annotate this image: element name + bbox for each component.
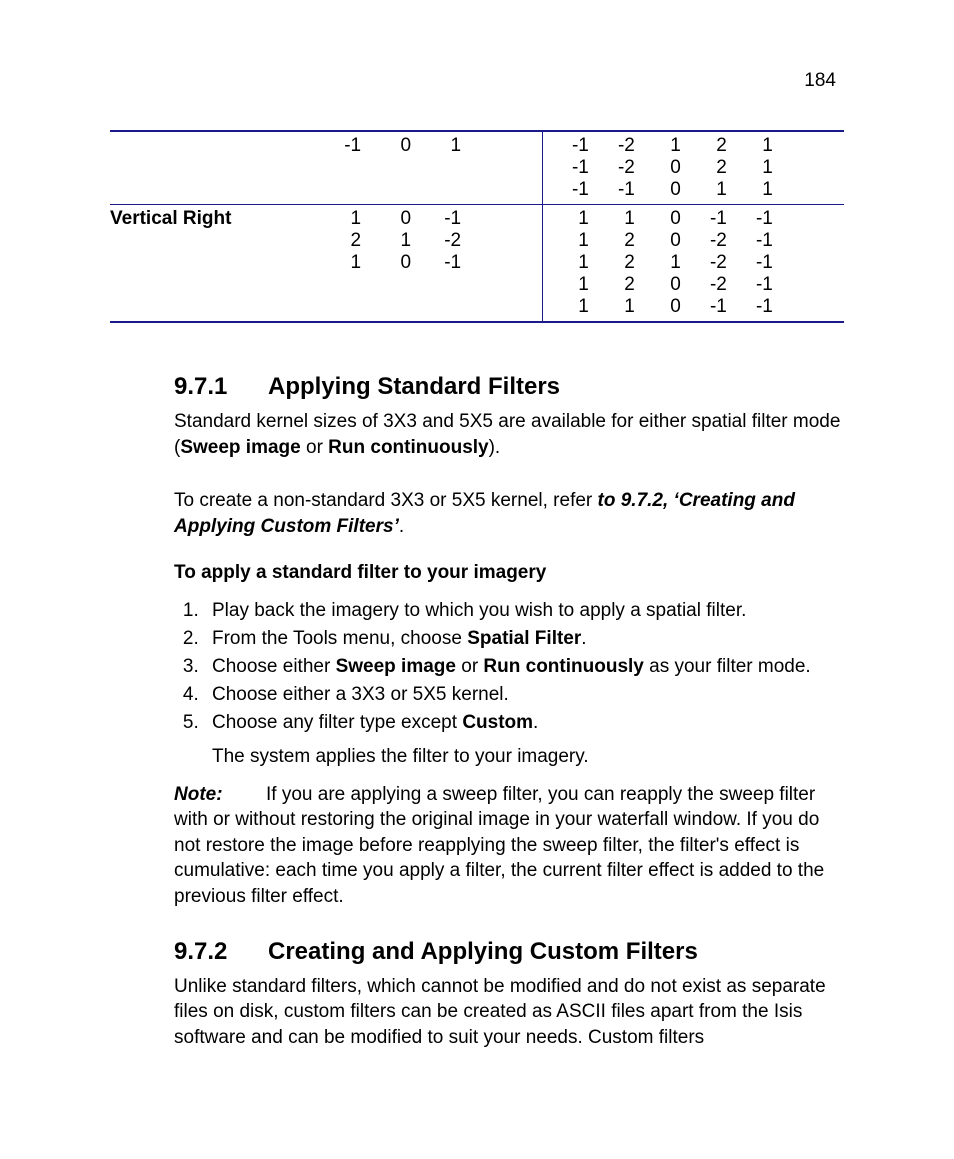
document-page: 184 -101 -1-2121 -1-2021 -1-1011 Vertica… xyxy=(0,0,954,1153)
matrix-3x3: -101 xyxy=(311,132,492,205)
matrix-3x3: 10-1 21-2 10-1 xyxy=(311,205,492,322)
row-label: Vertical Right xyxy=(110,205,311,322)
note-paragraph: Note:If you are applying a sweep filter,… xyxy=(174,782,844,910)
matrix-5x5: 110-1-1 120-2-1 121-2-1 120-2-1 110-1-1 xyxy=(542,205,803,322)
paragraph: Standard kernel sizes of 3X3 and 5X5 are… xyxy=(174,409,844,460)
content-block: 9.7.1Applying Standard Filters Standard … xyxy=(110,373,844,1051)
table-row: -101 -1-2121 -1-2021 -1-1011 xyxy=(110,132,844,205)
matrix-5x5: -1-2121 -1-2021 -1-1011 xyxy=(542,132,803,205)
row-label xyxy=(110,132,311,205)
section-number: 9.7.1 xyxy=(174,373,268,401)
list-item: Choose either a 3X3 or 5X5 kernel. xyxy=(204,684,844,706)
procedure-title: To apply a standard filter to your image… xyxy=(174,562,844,584)
kernel-table: -101 -1-2121 -1-2021 -1-1011 Vertical Ri… xyxy=(110,130,844,323)
section-number: 9.7.2 xyxy=(174,938,268,966)
list-item: Play back the imagery to which you wish … xyxy=(204,600,844,622)
list-item: Choose any filter type except Custom. xyxy=(204,712,844,734)
table-row: Vertical Right 10-1 21-2 10-1 110-1-1 12… xyxy=(110,205,844,322)
page-number: 184 xyxy=(804,70,836,92)
section-title: Applying Standard Filters xyxy=(268,373,560,400)
note-label: Note: xyxy=(174,782,266,808)
section-heading-972: 9.7.2Creating and Applying Custom Filter… xyxy=(174,938,844,966)
list-item: From the Tools menu, choose Spatial Filt… xyxy=(204,628,844,650)
section-heading-971: 9.7.1Applying Standard Filters xyxy=(174,373,844,401)
step-list: Play back the imagery to which you wish … xyxy=(174,600,844,734)
step-result: The system applies the filter to your im… xyxy=(212,746,844,768)
paragraph: Unlike standard filters, which cannot be… xyxy=(174,974,844,1051)
section-title: Creating and Applying Custom Filters xyxy=(268,938,698,965)
list-item: Choose either Sweep image or Run continu… xyxy=(204,656,844,678)
paragraph: To create a non-standard 3X3 or 5X5 kern… xyxy=(174,488,844,539)
